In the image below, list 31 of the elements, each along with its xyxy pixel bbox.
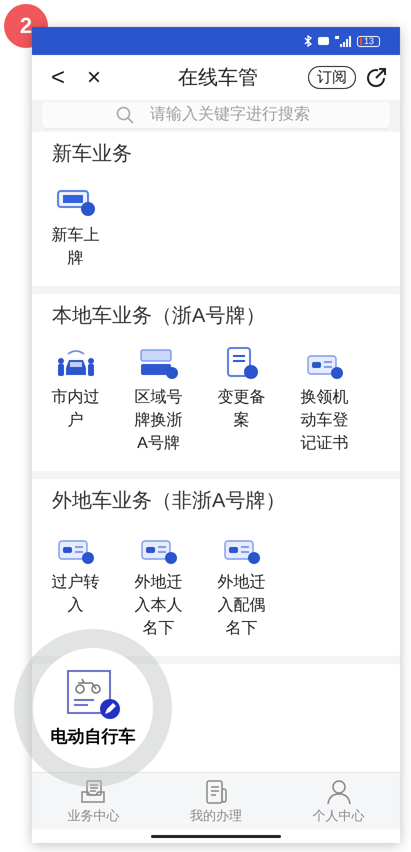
battery-indicator: 13 bbox=[356, 36, 380, 46]
tab-label: 我的办理 bbox=[190, 807, 242, 825]
tab-label: 个人中心 bbox=[312, 807, 365, 825]
inbox-icon bbox=[80, 779, 106, 805]
license-plate-icon bbox=[138, 348, 178, 380]
signal-icon bbox=[334, 36, 351, 46]
service-label[interactable]: 新车上牌 bbox=[52, 224, 100, 270]
service-label[interactable]: 区域号牌换浙A号牌 bbox=[134, 386, 182, 455]
section-title: 本地车业务（浙A号牌） bbox=[52, 304, 266, 329]
close-button[interactable]: × bbox=[80, 64, 108, 92]
section-title: 外地车业务（非浙A号牌） bbox=[52, 489, 286, 514]
share-icon[interactable] bbox=[364, 66, 388, 90]
search-field[interactable]: 请输入关键字进行搜索 bbox=[42, 102, 390, 128]
magnified-label: 电动自行车 bbox=[50, 726, 136, 748]
page-title: 在线车管 bbox=[177, 66, 259, 91]
scooter-document-icon bbox=[64, 668, 122, 720]
service-label[interactable]: 市内过户 bbox=[52, 386, 100, 432]
service-label[interactable]: 外地迁入本人名下 bbox=[134, 571, 182, 640]
subscribe-button[interactable]: 订阅 bbox=[308, 66, 356, 89]
service-label[interactable]: 变更备案 bbox=[218, 386, 266, 432]
tab-label: 业务中心 bbox=[67, 807, 120, 825]
hd-icon bbox=[318, 37, 329, 45]
section-title: 新车业务 bbox=[52, 142, 133, 167]
license-plate-icon bbox=[56, 188, 96, 218]
service-label[interactable]: 外地迁入配偶名下 bbox=[218, 571, 266, 640]
search-icon bbox=[116, 106, 134, 124]
person-icon bbox=[326, 779, 352, 805]
service-label[interactable]: 换领机动车登记证书 bbox=[300, 386, 348, 455]
bluetooth-icon bbox=[304, 35, 312, 47]
service-label[interactable]: 过户转入 bbox=[52, 571, 100, 617]
back-button[interactable]: < bbox=[44, 64, 72, 92]
